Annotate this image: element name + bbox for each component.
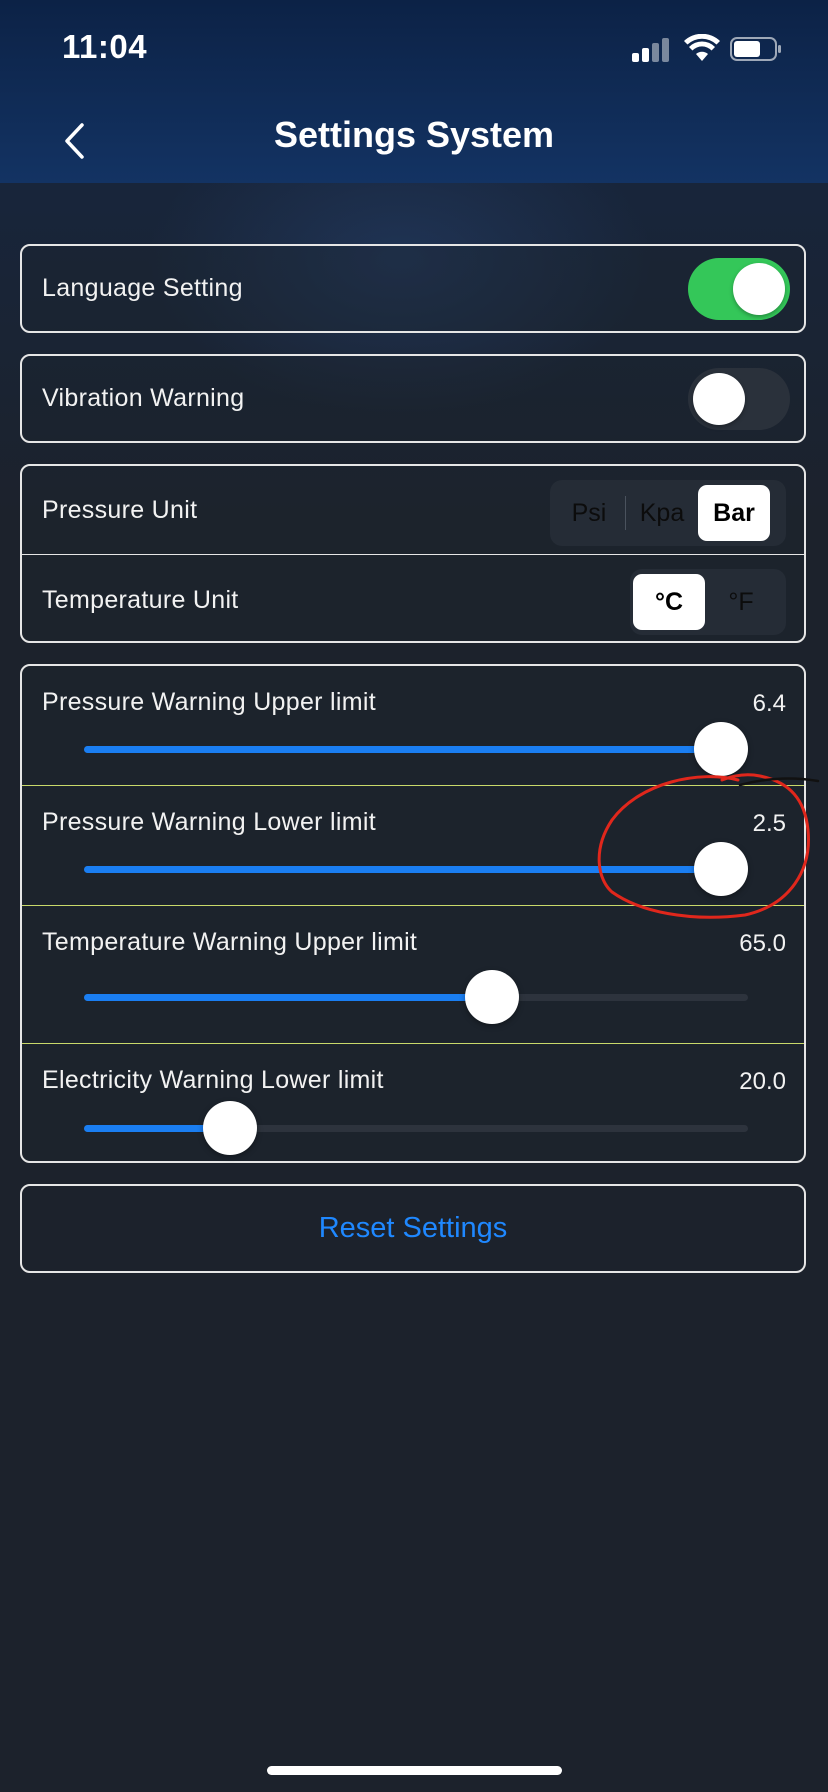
slider-thumb[interactable] <box>465 970 519 1024</box>
slider-fill <box>84 994 492 1001</box>
units-card: Pressure Unit Psi Kpa Bar Temperature Un… <box>20 464 806 643</box>
electricity-lower-limit-slider[interactable] <box>84 1101 748 1155</box>
pressure-unit-psi[interactable]: Psi <box>553 485 625 541</box>
vibration-warning-toggle[interactable] <box>688 368 790 430</box>
divider <box>22 554 804 555</box>
electricity-lower-limit-label: Electricity Warning Lower limit <box>42 1066 384 1094</box>
slider-fill <box>84 866 721 873</box>
status-time: 11:04 <box>62 28 148 65</box>
pressure-unit-bar[interactable]: Bar <box>698 485 770 541</box>
slider-thumb[interactable] <box>694 722 748 776</box>
pressure-unit-selector: Psi Kpa Bar <box>550 480 786 546</box>
temperature-upper-limit-slider[interactable] <box>84 970 748 1024</box>
header: 11:04 Settings System <box>0 0 828 183</box>
slider-thumb[interactable] <box>203 1101 257 1155</box>
language-setting-toggle[interactable] <box>688 258 790 320</box>
pressure-lower-limit-value: 2.5 <box>752 810 786 837</box>
cellular-signal-icon <box>632 36 676 62</box>
divider <box>22 905 804 906</box>
page-title: Settings System <box>273 114 555 155</box>
vibration-warning-card: Vibration Warning <box>20 354 806 443</box>
temperature-unit-selector: °C °F <box>630 569 786 635</box>
home-indicator <box>267 1766 562 1775</box>
toggle-knob <box>693 373 745 425</box>
reset-settings-button[interactable]: Reset Settings <box>20 1184 806 1273</box>
electricity-lower-limit-value: 20.0 <box>739 1068 786 1095</box>
slider-fill <box>84 746 721 753</box>
temperature-unit-celsius[interactable]: °C <box>633 574 705 630</box>
pressure-lower-limit-slider[interactable] <box>84 842 748 896</box>
pressure-upper-limit-value: 6.4 <box>752 690 786 717</box>
slider-thumb[interactable] <box>694 842 748 896</box>
temperature-upper-limit-label: Temperature Warning Upper limit <box>42 928 418 956</box>
temperature-unit-fahrenheit[interactable]: °F <box>705 574 777 630</box>
pressure-upper-limit-label: Pressure Warning Upper limit <box>42 688 376 716</box>
status-icons <box>632 34 792 64</box>
divider <box>22 785 804 786</box>
divider <box>22 1043 804 1044</box>
pressure-lower-limit-label: Pressure Warning Lower limit <box>42 808 376 836</box>
temperature-upper-limit-value: 65.0 <box>739 930 786 957</box>
vibration-warning-label: Vibration Warning <box>42 384 245 412</box>
warning-limits-card: Pressure Warning Upper limit 6.4 Pressur… <box>20 664 806 1163</box>
wifi-icon <box>684 34 720 61</box>
pressure-unit-label: Pressure Unit <box>42 496 198 524</box>
battery-icon <box>730 37 781 61</box>
temperature-unit-label: Temperature Unit <box>42 586 239 614</box>
language-setting-card: Language Setting <box>20 244 806 333</box>
language-setting-label: Language Setting <box>42 274 243 302</box>
pressure-unit-kpa[interactable]: Kpa <box>626 485 698 541</box>
toggle-knob <box>733 263 785 315</box>
pressure-upper-limit-slider[interactable] <box>84 722 748 776</box>
